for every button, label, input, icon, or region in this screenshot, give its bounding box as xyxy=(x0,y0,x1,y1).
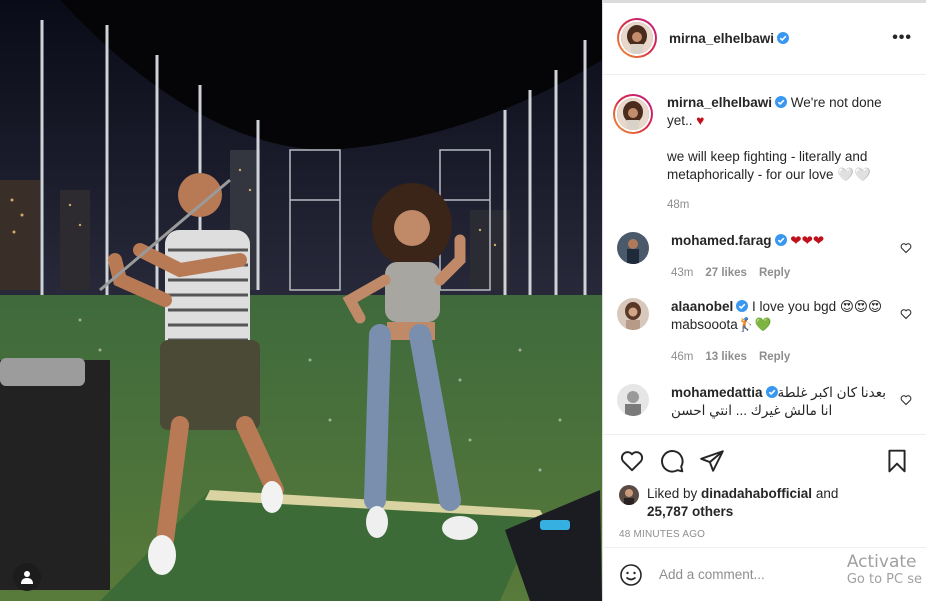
comment-input[interactable] xyxy=(659,567,839,582)
avatar-image xyxy=(617,384,649,416)
liker-avatar[interactable] xyxy=(619,485,639,505)
comment-username[interactable]: mohamedattia xyxy=(671,385,763,400)
verified-badge-icon xyxy=(765,386,778,398)
comment-like-heart-icon[interactable] xyxy=(900,308,912,320)
comment-likes[interactable]: 13 likes xyxy=(705,351,747,363)
avatar-image xyxy=(617,98,649,130)
avatar-image xyxy=(617,232,649,264)
liked-by: Liked by dinadahabofficial and 25,787 ot… xyxy=(619,485,910,521)
author-avatar[interactable] xyxy=(617,18,657,58)
post-actions: Liked by dinadahabofficial and 25,787 ot… xyxy=(603,434,926,547)
comments-list[interactable]: mirna_elhelbawi We're not done yet.. ♥ w… xyxy=(603,76,926,434)
comment-like-heart-icon[interactable] xyxy=(900,394,912,406)
user-tag-button[interactable] xyxy=(13,563,41,591)
comment-like-heart-icon[interactable] xyxy=(900,242,912,254)
user-tag-icon xyxy=(21,571,33,584)
comment-username[interactable]: alaanobel xyxy=(671,299,733,314)
add-comment-bar xyxy=(603,547,926,601)
avatar-image xyxy=(619,485,639,505)
post-photo[interactable] xyxy=(0,0,602,601)
post-side-panel: mirna_elhelbawi ••• mirna_elhelbawi We'r… xyxy=(602,0,926,601)
post-header: mirna_elhelbawi ••• xyxy=(603,2,926,75)
verified-badge-icon xyxy=(774,234,787,246)
comment-time[interactable]: 46m xyxy=(671,351,693,363)
comment-item: mohamedattia بعدنا كان اكبر غلطة انا مال… xyxy=(617,384,912,420)
reply-button[interactable]: Reply xyxy=(759,267,790,279)
caption-text-line2: we will keep fighting - literally and me… xyxy=(667,149,871,182)
comment-username[interactable]: mohamed.farag xyxy=(671,233,772,248)
caption-author-avatar[interactable] xyxy=(613,94,653,134)
post-image-illustration xyxy=(0,0,602,601)
more-options-icon[interactable]: ••• xyxy=(892,29,912,47)
verified-badge-icon xyxy=(777,32,790,44)
liked-by-and: and xyxy=(812,486,839,501)
comment-time[interactable]: 43m xyxy=(671,267,693,279)
red-heart-icon: ♥ xyxy=(696,113,705,128)
caption-time[interactable]: 48m xyxy=(667,199,689,211)
commenter-avatar[interactable] xyxy=(617,232,649,264)
comment-likes[interactable]: 27 likes xyxy=(705,267,747,279)
avatar-image xyxy=(617,298,649,330)
share-icon[interactable] xyxy=(699,448,725,474)
likes-count[interactable]: 25,787 others xyxy=(647,504,733,519)
post-timestamp[interactable]: 48 MINUTES AGO xyxy=(619,529,910,540)
author-username[interactable]: mirna_elhelbawi xyxy=(669,31,774,46)
caption-username[interactable]: mirna_elhelbawi xyxy=(667,95,772,110)
emoji-icon[interactable] xyxy=(619,563,643,587)
comment-item: alaanobel I love you bgd 😍😍😍 mabsooota🏌💚… xyxy=(617,298,912,366)
comment-icon[interactable] xyxy=(659,448,685,474)
reply-button[interactable]: Reply xyxy=(759,351,790,363)
verified-badge-icon xyxy=(775,96,788,108)
avatar-image xyxy=(621,22,653,54)
commenter-avatar[interactable] xyxy=(617,298,649,330)
heart-icon[interactable] xyxy=(619,448,645,474)
comment-text: ❤❤❤ xyxy=(786,233,825,248)
comment-item: mohamed.farag ❤❤❤ 43m 27 likes Reply xyxy=(617,232,912,282)
liked-by-prefix: Liked by xyxy=(647,486,702,501)
verified-badge-icon xyxy=(736,300,749,312)
caption: mirna_elhelbawi We're not done yet.. ♥ w… xyxy=(613,94,912,214)
bookmark-icon[interactable] xyxy=(884,448,910,474)
commenter-avatar[interactable] xyxy=(617,384,649,416)
liked-by-user[interactable]: dinadahabofficial xyxy=(701,486,812,501)
